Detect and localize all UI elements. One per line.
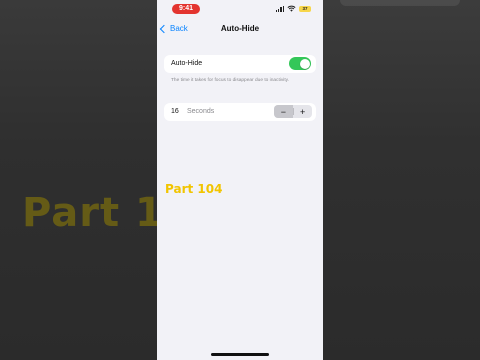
timeout-unit: Seconds [187, 108, 215, 115]
home-indicator[interactable] [211, 353, 269, 356]
blurred-backdrop-accent [340, 0, 460, 6]
auto-hide-row: Auto-Hide [164, 55, 316, 73]
timeout-value: 16 [171, 108, 179, 115]
blurred-backdrop-left [0, 0, 157, 360]
signal-icon [275, 5, 284, 12]
status-icons: 37 [275, 5, 311, 12]
wifi-icon [287, 5, 296, 12]
blurred-caption-ghost: Part 104 [22, 190, 157, 236]
decrement-button[interactable]: − [274, 105, 293, 118]
status-bar: 9:41 37 [157, 0, 323, 18]
video-caption: Part 104 [165, 182, 223, 196]
page-title: Auto-Hide [220, 24, 260, 33]
battery-icon: 37 [299, 5, 311, 12]
increment-button[interactable]: + [293, 105, 312, 118]
auto-hide-footnote: The time it takes for focus to disappear… [171, 78, 290, 83]
navigation-bar: Back Auto-Hide [157, 20, 323, 38]
status-time: 9:41 [172, 4, 200, 14]
timeout-row: 16 Seconds − + [164, 103, 316, 121]
toggle-knob [299, 58, 310, 69]
auto-hide-label: Auto-Hide [171, 60, 203, 67]
auto-hide-toggle[interactable] [289, 57, 311, 70]
phone-screen: 9:41 37 Back Auto-Hide Auto-Hide The tim… [157, 0, 323, 360]
timeout-stepper: − + [274, 105, 312, 118]
blurred-backdrop-right [323, 0, 480, 360]
